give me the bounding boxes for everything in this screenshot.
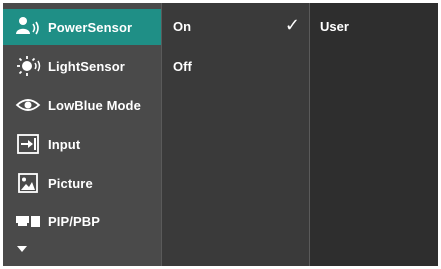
option-off[interactable]: Off [162,49,308,85]
submenu: On ✓ Off [161,3,309,266]
picture-icon [15,170,41,196]
option-on[interactable]: On ✓ [162,9,308,45]
chevron-down-icon[interactable] [15,243,29,255]
option-label: User [320,19,349,34]
menu-item-picture[interactable]: Picture [3,165,161,201]
menu-item-label: PIP/PBP [48,213,100,229]
option-label: Off [173,59,192,74]
option-label: On [173,19,192,34]
menu-item-input[interactable]: Input [3,126,161,162]
menu-item-label: LowBlue Mode [48,97,141,113]
menu-item-pip-pbp[interactable]: PIP/PBP [3,203,161,239]
eye-icon [15,92,41,118]
checkmark-icon: ✓ [284,15,300,35]
menu-item-label: Picture [48,175,93,191]
input-arrow-icon [15,131,41,157]
menu-item-label: LightSensor [48,58,125,74]
menu-item-powersensor[interactable]: PowerSensor [3,9,161,45]
menu-item-lowblue-mode[interactable]: LowBlue Mode [3,87,161,123]
value-menu: User [309,3,438,266]
power-sensor-icon [15,14,41,40]
osd-menu: PowerSensor LightSensor LowBlue Mode Inp… [3,3,438,266]
light-sensor-icon [15,53,41,79]
menu-item-label: PowerSensor [48,19,133,35]
main-menu: PowerSensor LightSensor LowBlue Mode Inp… [3,3,161,266]
menu-item-label: Input [48,136,81,152]
menu-item-lightsensor[interactable]: LightSensor [3,48,161,84]
pip-pbp-icon [15,208,41,234]
option-user[interactable]: User [310,9,437,45]
